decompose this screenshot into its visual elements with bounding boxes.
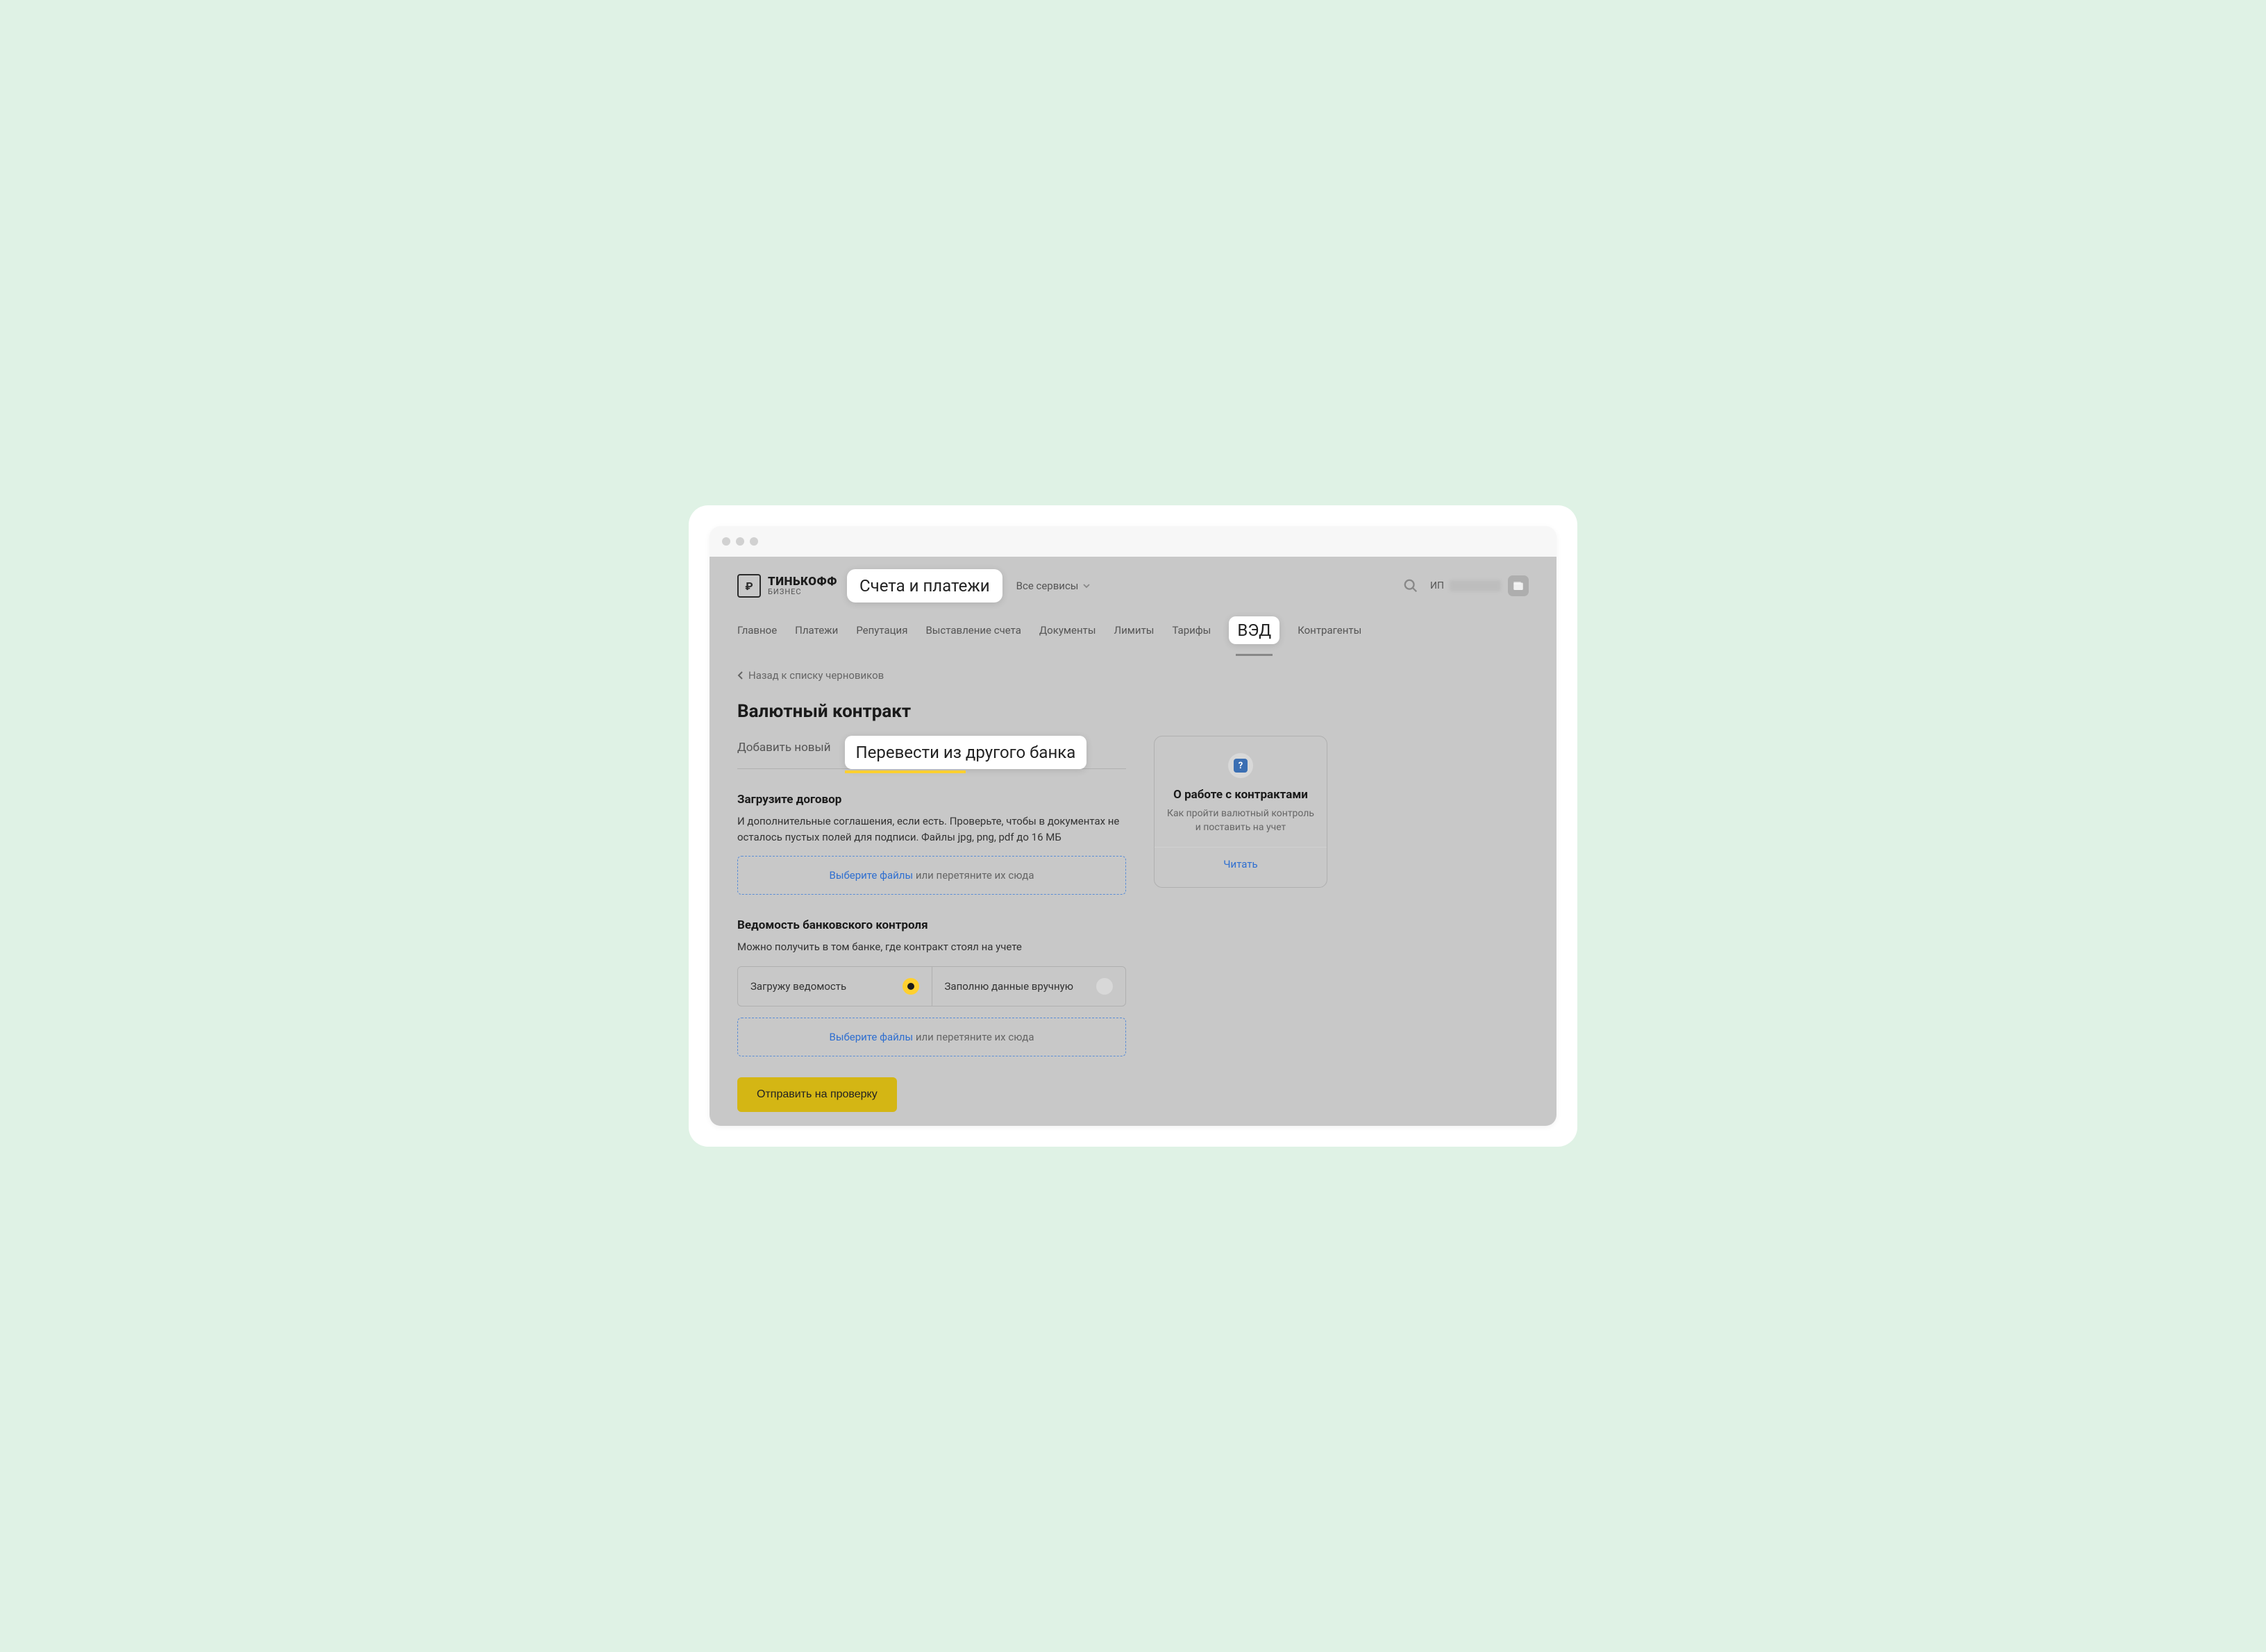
nav-tariffs[interactable]: Тарифы <box>1172 624 1211 637</box>
main-nav: Главное Платежи Репутация Выставление сч… <box>710 607 1556 657</box>
window-control[interactable] <box>750 537 758 546</box>
dropzone-rest: или перетяните их сюда <box>913 1031 1034 1043</box>
upload-contract-dropzone[interactable]: Выберите файлы или перетяните их сюда <box>737 856 1126 895</box>
page-title: Валютный контракт <box>737 701 1529 722</box>
upload-statement-dropzone[interactable]: Выберите файлы или перетяните их сюда <box>737 1018 1126 1056</box>
window-titlebar <box>710 526 1556 557</box>
chevron-down-icon <box>1082 582 1091 590</box>
statement-title: Ведомость банковского контроля <box>737 918 1126 932</box>
radio-manual-entry[interactable]: Заполню данные вручную <box>932 967 1126 1006</box>
info-sub: Как пройти валютный контроль и поставить… <box>1167 807 1314 834</box>
statement-radio-group: Загружу ведомость Заполню данные вручную <box>737 966 1126 1006</box>
info-title: О работе с контрактами <box>1167 788 1314 802</box>
all-services-dropdown[interactable]: Все сервисы <box>1016 580 1091 592</box>
tab-transfer-highlight[interactable]: Перевести из другого банка <box>845 736 1087 769</box>
upload-contract-desc: И дополнительные соглашения, если есть. … <box>737 814 1126 845</box>
upload-contract-title: Загрузите договор <box>737 793 1126 807</box>
divider <box>1155 847 1327 848</box>
help-icon: ? <box>1228 753 1253 778</box>
radio-label: Заполню данные вручную <box>945 980 1073 993</box>
section-highlight-accounts[interactable]: Счета и платежи <box>847 569 1002 602</box>
radio-label: Загружу ведомость <box>750 980 846 993</box>
window-control[interactable] <box>736 537 744 546</box>
statement-desc: Можно получить в том банке, где контракт… <box>737 939 1126 955</box>
radio-unselected-icon <box>1096 978 1113 995</box>
nav-ved-highlight[interactable]: ВЭД <box>1229 616 1279 644</box>
radio-selected-icon <box>903 978 919 995</box>
logo-sub: БИЗНЕС <box>768 588 837 596</box>
choose-files-link: Выберите файлы <box>829 869 913 882</box>
nav-payments[interactable]: Платежи <box>795 624 838 637</box>
choose-files-link: Выберите файлы <box>829 1031 913 1043</box>
browser-window: ТИНЬКОФФ БИЗНЕС Счета и платежи Все серв… <box>710 526 1556 1126</box>
nav-reputation[interactable]: Репутация <box>856 624 907 637</box>
tab-add-new[interactable]: Добавить новый <box>737 741 831 764</box>
submit-button[interactable]: Отправить на проверку <box>737 1077 897 1112</box>
nav-main[interactable]: Главное <box>737 624 777 637</box>
nav-contragents[interactable]: Контрагенты <box>1298 624 1361 637</box>
info-card: ? О работе с контрактами Как пройти валю… <box>1154 736 1327 888</box>
wallet-icon[interactable] <box>1508 575 1529 596</box>
radio-upload-statement[interactable]: Загружу ведомость <box>738 967 932 1006</box>
logo[interactable]: ТИНЬКОФФ БИЗНЕС <box>737 574 837 598</box>
logo-emblem-icon <box>737 574 761 598</box>
search-icon[interactable] <box>1401 576 1420 596</box>
back-link[interactable]: Назад к списку черновиков <box>737 669 1529 682</box>
window-control[interactable] <box>722 537 730 546</box>
topbar: ТИНЬКОФФ БИЗНЕС Счета и платежи Все серв… <box>710 557 1556 607</box>
nav-invoice[interactable]: Выставление счета <box>925 624 1021 637</box>
user-prefix: ИП <box>1430 580 1444 591</box>
dropzone-rest: или перетяните их сюда <box>913 869 1034 882</box>
info-read-link[interactable]: Читать <box>1223 858 1257 870</box>
chevron-left-icon <box>737 671 744 680</box>
back-link-text: Назад к списку черновиков <box>748 669 884 682</box>
logo-main: ТИНЬКОФФ <box>768 576 837 588</box>
user-name-redacted <box>1450 580 1501 591</box>
nav-limits[interactable]: Лимиты <box>1114 624 1155 637</box>
all-services-label: Все сервисы <box>1016 580 1079 592</box>
nav-documents[interactable]: Документы <box>1039 624 1096 637</box>
tabs: Добавить новый Перевести из другого банк… <box>737 736 1126 769</box>
